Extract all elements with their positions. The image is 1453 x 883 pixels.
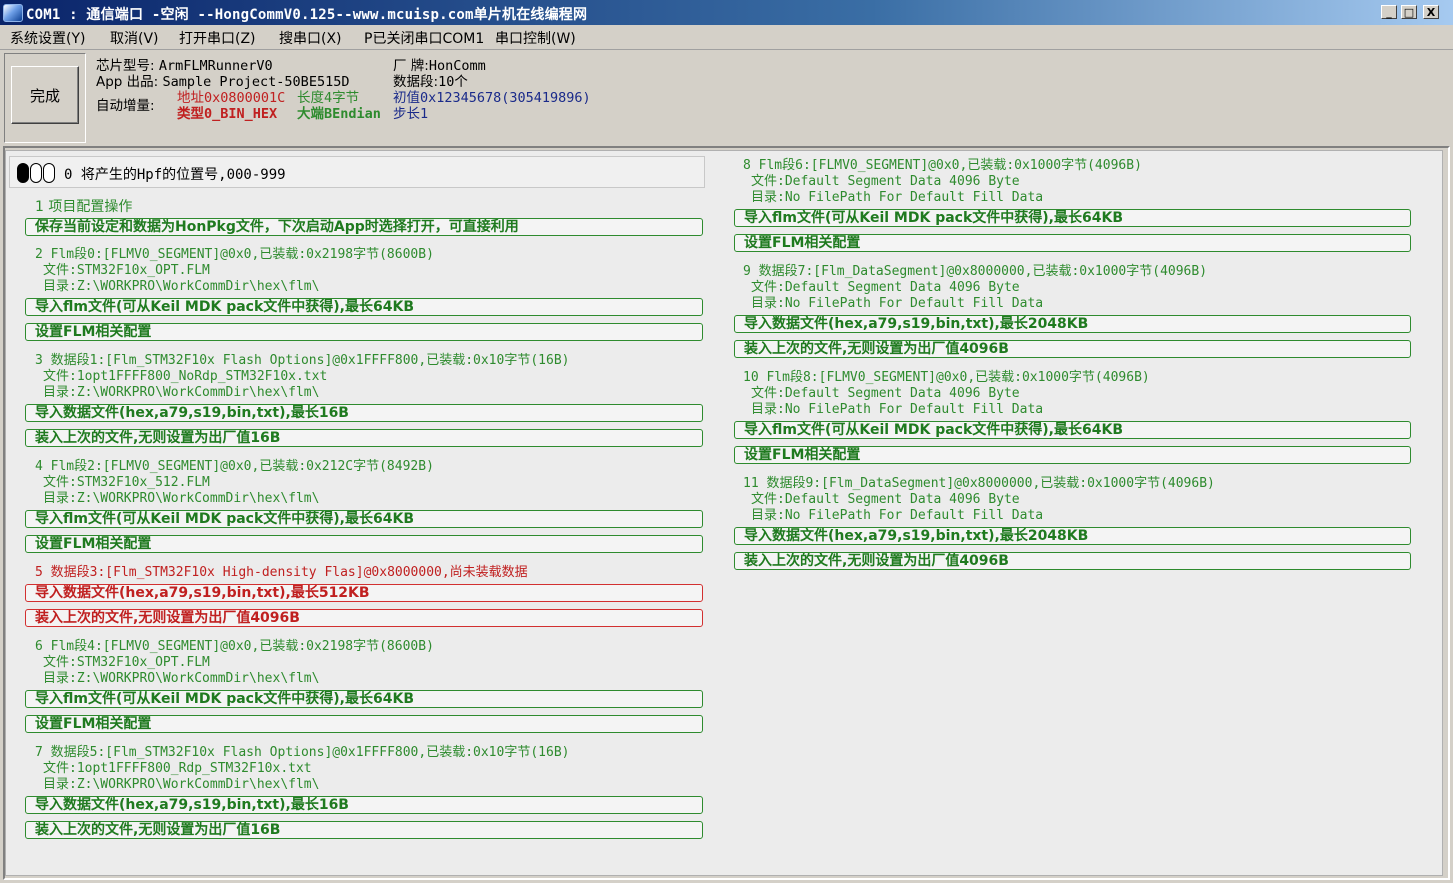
seg10-dir: 目录:No FilePath For Default Fill Data [751,402,1044,417]
menu-port-status[interactable]: P已关闭串口COM1 [364,28,484,48]
save-honpkg-button[interactable]: 保存当前设定和数据为HonPkg文件，下次启动App时选择打开，可直接利用 [25,218,703,236]
auto-init[interactable]: 初值0x12345678(305419896) [393,90,591,106]
seg7-file: 文件:1opt1FFFF800_Rdp_STM32F10x.txt [43,761,312,776]
seg10-flm-config-button[interactable]: 设置FLM相关配置 [734,446,1411,464]
seg4-file: 文件:STM32F10x_512.FLM [43,475,210,490]
seg4-dir: 目录:Z:\WORKPRO\WorkCommDir\hex\flm\ [43,491,320,506]
seg3-import-data-button[interactable]: 导入数据文件(hex,a79,s19,bin,txt),最长16B [25,404,703,422]
seg8-file: 文件:Default Segment Data 4096 Byte [751,174,1020,189]
seg7-caption: 7 数据段5:[Flm_STM32F10x Flash Options]@0x1… [35,745,570,760]
seg6-file: 文件:STM32F10x_OPT.FLM [43,655,210,670]
seg3-caption: 3 数据段1:[Flm_STM32F10x Flash Options]@0x1… [35,353,570,368]
segs-value: 10个 [438,74,468,90]
seg11-load-last-button[interactable]: 装入上次的文件,无则设置为出厂值4096B [734,552,1411,570]
seg11-import-data-button[interactable]: 导入数据文件(hex,a79,s19,bin,txt),最长2048KB [734,527,1411,545]
seg7-dir: 目录:Z:\WORKPRO\WorkCommDir\hex\flm\ [43,777,320,792]
seg9-file: 文件:Default Segment Data 4096 Byte [751,280,1020,295]
chip-label: 芯片型号: [96,58,155,74]
seg6-flm-config-button[interactable]: 设置FLM相关配置 [25,715,703,733]
section-project-caption: 1 项目配置操作 [35,199,133,215]
chip-value: ArmFLMRunnerV0 [158,58,273,74]
auto-addr[interactable]: 地址0x0800001C [177,90,285,106]
seg5-load-last-button[interactable]: 装入上次的文件,无则设置为出厂值4096B [25,609,703,627]
hpf-digit-hundreds[interactable] [17,163,29,183]
seg2-file: 文件:STM32F10x_OPT.FLM [43,263,210,278]
seg7-load-last-button[interactable]: 装入上次的文件,无则设置为出厂值16B [25,821,703,839]
seg8-dir: 目录:No FilePath For Default Fill Data [751,190,1044,205]
menu-bar: 系统设置(Y) 取消(V) 打开串口(Z) 搜串口(X) P已关闭串口COM1 … [0,25,1453,50]
seg9-load-last-button[interactable]: 装入上次的文件,无则设置为出厂值4096B [734,340,1411,358]
seg2-flm-config-button[interactable]: 设置FLM相关配置 [25,323,703,341]
seg2-dir: 目录:Z:\WORKPRO\WorkCommDir\hex\flm\ [43,279,320,294]
hpf-digit-ones[interactable] [43,163,55,183]
chip-row: 芯片型号: ArmFLMRunnerV0 [96,58,273,74]
menu-port-control[interactable]: 串口控制(W) [495,28,576,48]
seg5-caption: 5 数据段3:[Flm_STM32F10x High-density Flas]… [35,565,528,580]
hpf-position-spinner[interactable] [17,163,56,183]
close-button[interactable]: X [1423,5,1439,19]
seg9-import-data-button[interactable]: 导入数据文件(hex,a79,s19,bin,txt),最长2048KB [734,315,1411,333]
seg11-caption: 11 数据段9:[Flm_DataSegment]@0x8000000,已装载:… [743,476,1215,491]
seg9-caption: 9 数据段7:[Flm_DataSegment]@0x8000000,已装载:0… [743,264,1208,279]
seg6-caption: 6 Flm段4:[FLMV0_SEGMENT]@0x0,已装载:0x2198字节… [35,639,434,654]
auto-increment-label: 自动增量: [96,98,155,114]
app-icon[interactable] [3,4,23,22]
seg2-import-flm-button[interactable]: 导入flm文件(可从Keil MDK pack文件中获得),最长64KB [25,298,703,316]
vendor-row: 厂 牌:HonComm [393,58,486,74]
menu-open-port[interactable]: 打开串口(Z) [179,28,256,48]
vendor-value: HonComm [428,58,486,74]
hpf-position-text: 0 将产生的Hpf的位置号,000-999 [64,167,286,183]
hpf-digit-tens[interactable] [30,163,42,183]
seg9-dir: 目录:No FilePath For Default Fill Data [751,296,1044,311]
window-title: COM1 : 通信端口 -空闲 --HongCommV0.125--www.mc… [26,7,588,23]
seg4-import-flm-button[interactable]: 导入flm文件(可从Keil MDK pack文件中获得),最长64KB [25,510,703,528]
done-frame: 完成 [4,53,86,143]
segs-row: 数据段:10个 [393,74,468,90]
seg10-file: 文件:Default Segment Data 4096 Byte [751,386,1020,401]
seg8-caption: 8 Flm段6:[FLMV0_SEGMENT]@0x0,已装载:0x1000字节… [743,158,1142,173]
seg11-file: 文件:Default Segment Data 4096 Byte [751,492,1020,507]
seg8-flm-config-button[interactable]: 设置FLM相关配置 [734,234,1411,252]
hpf-position-bar: 0 将产生的Hpf的位置号,000-999 [9,156,705,188]
seg8-import-flm-button[interactable]: 导入flm文件(可从Keil MDK pack文件中获得),最长64KB [734,209,1411,227]
segs-label: 数据段: [393,74,439,90]
seg5-import-data-button[interactable]: 导入数据文件(hex,a79,s19,bin,txt),最长512KB [25,584,703,602]
seg6-import-flm-button[interactable]: 导入flm文件(可从Keil MDK pack文件中获得),最长64KB [25,690,703,708]
app-row: App 出品: Sample Project-50BE515D [96,74,349,90]
maximize-button[interactable]: □ [1401,5,1417,19]
menu-search-port[interactable]: 搜串口(X) [279,28,342,48]
auto-type[interactable]: 类型0_BIN_HEX [177,106,277,122]
seg10-import-flm-button[interactable]: 导入flm文件(可从Keil MDK pack文件中获得),最长64KB [734,421,1411,439]
done-button[interactable]: 完成 [11,66,79,124]
seg6-dir: 目录:Z:\WORKPRO\WorkCommDir\hex\flm\ [43,671,320,686]
seg3-load-last-button[interactable]: 装入上次的文件,无则设置为出厂值16B [25,429,703,447]
auto-step[interactable]: 步长1 [393,106,428,122]
seg3-file: 文件:1opt1FFFF800_NoRdp_STM32F10x.txt [43,369,328,384]
info-panel: 完成 芯片型号: ArmFLMRunnerV0 厂 牌:HonComm App … [0,50,1453,146]
seg4-flm-config-button[interactable]: 设置FLM相关配置 [25,535,703,553]
title-bar: COM1 : 通信端口 -空闲 --HongCommV0.125--www.mc… [0,0,1453,25]
minimize-button[interactable]: _ [1381,5,1397,19]
menu-cancel[interactable]: 取消(V) [110,28,159,48]
auto-endian[interactable]: 大端BEndian [297,106,381,122]
seg10-caption: 10 Flm段8:[FLMV0_SEGMENT]@0x0,已装载:0x1000字… [743,370,1150,385]
seg11-dir: 目录:No FilePath For Default Fill Data [751,508,1044,523]
seg7-import-data-button[interactable]: 导入数据文件(hex,a79,s19,bin,txt),最长16B [25,796,703,814]
seg4-caption: 4 Flm段2:[FLMV0_SEGMENT]@0x0,已装载:0x212C字节… [35,459,434,474]
menu-system-settings[interactable]: 系统设置(Y) [10,28,85,48]
app-value: Sample Project-50BE515D [162,74,350,90]
auto-len[interactable]: 长度4字节 [297,90,359,106]
app-label: App 出品: [96,74,159,90]
seg2-caption: 2 Flm段0:[FLMV0_SEGMENT]@0x0,已装载:0x2198字节… [35,247,434,262]
seg3-dir: 目录:Z:\WORKPRO\WorkCommDir\hex\flm\ [43,385,320,400]
vendor-label: 厂 牌: [393,58,429,74]
